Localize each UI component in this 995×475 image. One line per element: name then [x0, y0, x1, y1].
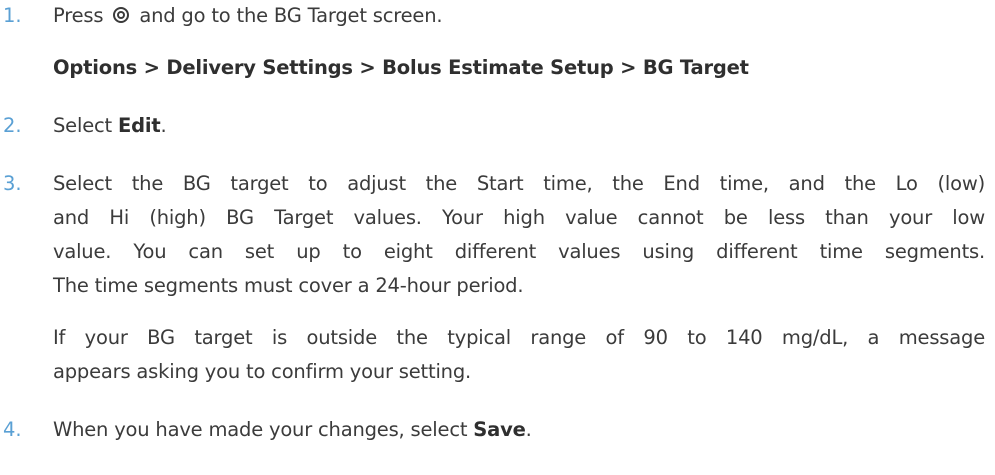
step-2-text: Select Edit. [53, 114, 167, 137]
step-4-text-before: When you have made your changes, select [53, 418, 474, 441]
edit-keyword: Edit [117, 114, 161, 137]
step-1-text-before: Press [53, 4, 104, 27]
step-3-line-3: value. You can set up to eight different… [53, 240, 985, 263]
step-2-number: 2. [3, 114, 22, 137]
step-1-text: Press and go to the BG Target screen. [53, 4, 443, 27]
menu-path: Options > Delivery Settings > Bolus Esti… [53, 56, 749, 79]
save-keyword: Save [473, 418, 526, 441]
step-2-text-before: Select [53, 114, 118, 137]
step-3-number: 3. [3, 172, 22, 195]
options-button-icon [113, 7, 130, 23]
step-1-text-after: and go to the BG Target screen. [139, 4, 443, 27]
step-2-text-after: . [160, 114, 167, 137]
step-3-line-1: Select the BG target to adjust the Start… [53, 172, 985, 195]
step-3-note-line-1: If your BG target is outside the typical… [53, 326, 985, 349]
step-1-number: 1. [3, 4, 22, 27]
step-4-text: When you have made your changes, select … [53, 418, 532, 441]
instruction-document: 1. Press and go to the BG Target screen.… [0, 0, 995, 475]
step-3-note-line-2: appears asking you to confirm your setti… [53, 360, 471, 383]
step-3-line-4: The time segments must cover a 24-hour p… [53, 274, 524, 297]
step-4-number: 4. [3, 418, 22, 441]
step-3-line-2: and Hi (high) BG Target values. Your hig… [53, 206, 985, 229]
step-4-text-after: . [525, 418, 532, 441]
